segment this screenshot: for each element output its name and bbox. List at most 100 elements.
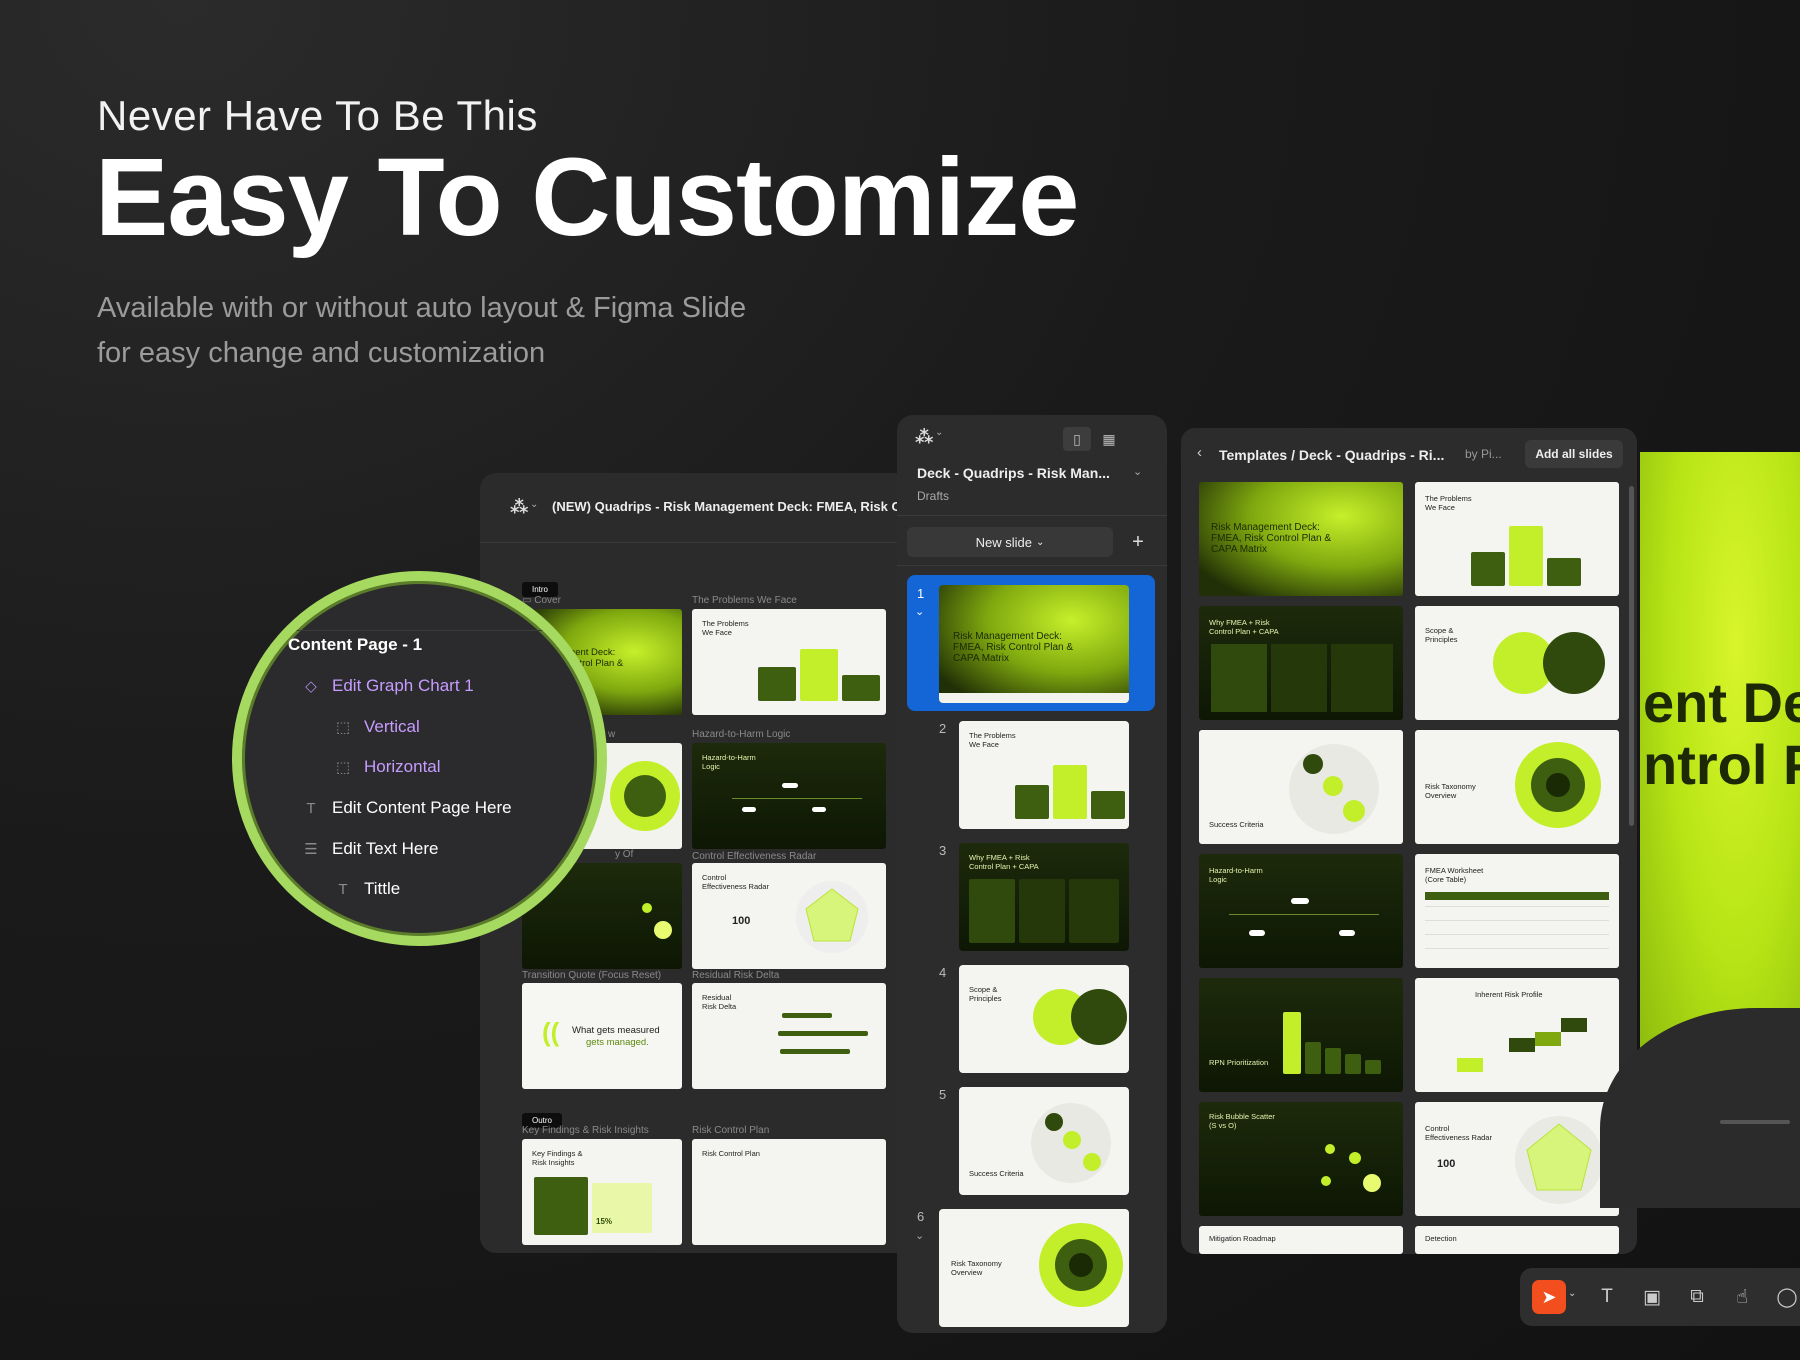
slide-thumb-2[interactable]: The Problems We Face (959, 721, 1129, 829)
scrollbar[interactable] (1629, 486, 1634, 826)
template-tile[interactable]: Inherent Risk Profile (1415, 978, 1619, 1092)
layer-tittle[interactable]: T Tittle (334, 879, 400, 899)
chevron-down-icon[interactable]: ⌄ (935, 427, 943, 438)
node (812, 807, 826, 812)
frame-label-radar: Control Effectiveness Radar (692, 851, 817, 862)
bottom-toolbar: ➤ ⌄ T ▣ ⧉ ☝ ◯ (1520, 1268, 1800, 1326)
deck-title[interactable]: Deck - Quadrips - Risk Man... (917, 465, 1110, 481)
template-tile[interactable]: Detection (1415, 1226, 1619, 1254)
single-view-icon[interactable]: ▯ (1063, 427, 1091, 451)
table-row (1425, 920, 1609, 921)
figma-logo-icon[interactable]: ⁂ (510, 497, 532, 519)
text-icon: T (338, 880, 348, 898)
template-tile[interactable]: Hazard-to-Harm Logic (1199, 854, 1403, 968)
layer-label: Edit Content Page Here (332, 798, 512, 817)
layer-horizontal[interactable]: ⬚ Horizontal (334, 757, 441, 777)
chevron-down-icon[interactable]: ⌄ (1568, 1288, 1576, 1299)
chart-bar (1283, 1012, 1301, 1074)
slide-thumb-plan[interactable]: Risk Control Plan (692, 1139, 886, 1245)
chevron-down-icon[interactable]: ⌄ (1133, 465, 1142, 478)
add-slide-button[interactable]: + (1123, 527, 1153, 557)
chart-bar (1305, 1042, 1321, 1074)
slide-preview: ent Dec ntrol Pl (1600, 452, 1800, 1208)
auto-layout-icon: ☰ (304, 841, 318, 858)
canvas-window-header: ⁂ ⌄ (NEW) Quadrips - Risk Management Dec… (480, 473, 921, 543)
table-row (1425, 934, 1609, 935)
hero-description-line-2: for easy change and customization (97, 337, 546, 369)
frame-label-problems: The Problems We Face (692, 595, 797, 606)
interactive-tool-icon[interactable]: ☝ (1727, 1282, 1757, 1312)
slide-number: 3 (939, 843, 947, 858)
chart-bar (1053, 765, 1087, 819)
preview-slide[interactable]: ent Dec ntrol Pl (1600, 452, 1800, 1208)
shape-tool-icon[interactable]: ⧉ (1682, 1282, 1712, 1312)
figma-logo-icon[interactable]: ⁂ (915, 427, 937, 449)
tile-text: Risk Taxonomy Overview (1425, 782, 1476, 800)
slide-thumb-findings[interactable]: Key Findings & Risk Insights 15% (522, 1139, 682, 1245)
template-tile[interactable]: Risk Bubble Scatter (S vs O) (1199, 1102, 1403, 1216)
bubble (1063, 1131, 1081, 1149)
slide-thumb-3[interactable]: Why FMEA + Risk Control Plan + CAPA (959, 843, 1129, 951)
template-tile[interactable]: FMEA Worksheet (Core Table) (1415, 854, 1619, 968)
divider (897, 565, 1167, 566)
template-tile[interactable]: Mitigation Roadmap (1199, 1226, 1403, 1254)
image-tool-icon[interactable]: ▣ (1637, 1282, 1667, 1312)
bubble (1343, 800, 1365, 822)
layer-content-page[interactable]: Content Page - 1 (288, 635, 422, 655)
template-tile[interactable]: Scope & Principles (1415, 606, 1619, 720)
template-tile[interactable]: Risk Taxonomy Overview (1415, 730, 1619, 844)
layer-edit-text[interactable]: ☰ Edit Text Here (302, 839, 438, 859)
slide-thumb-6[interactable]: Risk Taxonomy Overview (939, 1209, 1129, 1327)
layer-edit-graph-chart[interactable]: ◇ Edit Graph Chart 1 (302, 676, 474, 696)
slide-thumb-4[interactable]: Scope & Principles (959, 965, 1129, 1073)
slide-thumb-quote[interactable]: (( What gets measured gets managed. (522, 983, 682, 1089)
slide-number: 4 (939, 965, 947, 980)
slide-thumb-delta[interactable]: Residual Risk Delta (692, 983, 886, 1089)
template-tile[interactable]: Success Criteria (1199, 730, 1403, 844)
comment-tool-icon[interactable]: ◯ (1772, 1282, 1800, 1312)
chart-bar (1015, 785, 1049, 819)
preview-scrollbar[interactable] (1720, 1120, 1790, 1124)
new-slide-button[interactable]: New slide ⌄ (907, 527, 1113, 557)
slide-thumb-5[interactable]: Success Criteria (959, 1087, 1129, 1195)
thumb-text: Key Findings & Risk Insights (532, 1149, 583, 1167)
template-tile[interactable]: Risk Management Deck: FMEA, Risk Control… (1199, 482, 1403, 596)
add-all-slides-button[interactable]: Add all slides (1525, 440, 1623, 468)
tile-text: FMEA Worksheet (Core Table) (1425, 866, 1484, 884)
chevron-down-icon[interactable]: ⌄ (915, 605, 924, 618)
slide-thumb-hazard[interactable]: Hazard-to-Harm Logic (692, 743, 886, 849)
preview-title-line-1: ent Dec (1643, 671, 1800, 734)
text-icon: T (306, 799, 316, 817)
layer-label: Horizontal (364, 757, 441, 776)
venn-circle (1543, 632, 1605, 694)
template-tile[interactable]: Why FMEA + Risk Control Plan + CAPA (1199, 606, 1403, 720)
template-tile[interactable]: RPN Prioritization (1199, 978, 1403, 1092)
frame-label-cover: ▭ Cover (522, 595, 561, 606)
chevron-down-icon[interactable]: ⌄ (530, 499, 538, 510)
heat-cell (1535, 1032, 1561, 1046)
heat-cell (1509, 1038, 1535, 1052)
frame-label-hazard: Hazard-to-Harm Logic (692, 729, 791, 740)
slide-thumb-1[interactable]: Risk Management Deck: FMEA, Risk Control… (939, 585, 1129, 703)
frame-label-text: Cover (534, 595, 561, 606)
slide-number: 5 (939, 1087, 947, 1102)
file-title[interactable]: (NEW) Quadrips - Risk Management Deck: F… (552, 499, 921, 514)
templates-panel: ‹ Templates / Deck - Quadrips - Ri... by… (1181, 428, 1637, 1254)
slide-thumb-problems[interactable]: The Problems We Face (692, 609, 886, 715)
slide-thumb-radar[interactable]: Control Effectiveness Radar 100 (692, 863, 886, 969)
tile-text: Risk Management Deck: FMEA, Risk Control… (1211, 522, 1332, 555)
chevron-down-icon[interactable]: ⌄ (915, 1229, 924, 1242)
grid-view-icon[interactable]: ▦ (1095, 427, 1123, 451)
thumb-text: The Problems We Face (969, 731, 1016, 749)
text-tool-icon[interactable]: T (1592, 1282, 1622, 1312)
template-tile[interactable]: Control Effectiveness Radar 100 (1415, 1102, 1619, 1216)
templates-breadcrumb[interactable]: Templates / Deck - Quadrips - Ri... (1219, 447, 1444, 463)
card (1271, 644, 1327, 712)
layer-edit-content-page[interactable]: T Edit Content Page Here (302, 798, 512, 818)
back-chevron-icon[interactable]: ‹ (1197, 444, 1202, 461)
template-tile[interactable]: The Problems We Face (1415, 482, 1619, 596)
thumb-text: Scope & Principles (969, 985, 1002, 1003)
delta-bar (778, 1031, 868, 1036)
layer-vertical[interactable]: ⬚ Vertical (334, 717, 420, 737)
move-tool-cursor-icon[interactable]: ➤ (1532, 1280, 1566, 1314)
